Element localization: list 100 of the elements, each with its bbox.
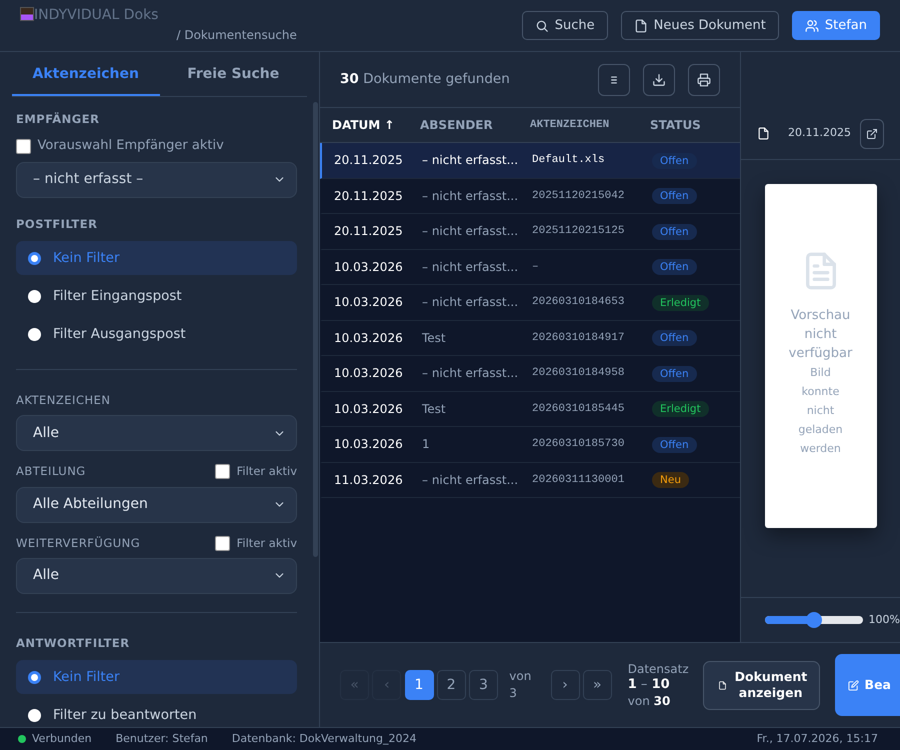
table-row[interactable]: 11.03.2026 – nicht erfasst... 20260311130001 Neu (320, 462, 740, 498)
page-button[interactable]: 1 (404, 670, 434, 700)
external-link-icon (866, 128, 878, 140)
sender-cell-text: – nicht erfasst... (422, 188, 520, 205)
checkbox-label: Filter aktiv (236, 534, 297, 552)
reference-cell-text: 20260310185730 (532, 437, 626, 452)
sender-cell-text: – nicht erfasst... (422, 365, 520, 382)
status-badge: Offen (652, 152, 697, 169)
show-document-button[interactable]: Dokument anzeigen (702, 660, 820, 710)
checkbox-label: Vorauswahl Empfänger aktiv (38, 137, 224, 156)
scrollbar[interactable] (313, 102, 318, 557)
reference-cell-text: 20260310185445 (532, 402, 626, 416)
status-badge: Offen (652, 436, 697, 453)
radio-button[interactable] (28, 708, 41, 722)
header-button[interactable]: Neues Dokument (620, 11, 779, 40)
radio-button[interactable] (28, 328, 41, 340)
preview-date: 20.11.2025 (788, 125, 851, 142)
table-row[interactable]: 10.03.2026 – nicht erfasst... 20260310184958 Offen (320, 356, 740, 392)
header-button[interactable]: Suche (522, 11, 608, 40)
sender-cell-text: Test (422, 330, 447, 347)
reference-cell-text: 20260311130001 (532, 472, 626, 488)
date-time: Fr., 17.07.2026, 15:17 (756, 730, 878, 747)
radio-option[interactable]: Filter Eingangspost (16, 279, 297, 313)
sidebar-tab[interactable]: Aktenzeichen (12, 52, 160, 96)
users-icon (804, 18, 819, 32)
search-icon (534, 18, 549, 32)
sender-cell-text: – nicht erfasst... (422, 258, 520, 276)
download-icon (652, 72, 666, 86)
table-row[interactable]: 10.03.2026 – nicht erfasst... – Offen (320, 250, 740, 285)
status-badge: Offen (652, 224, 697, 240)
select-field[interactable]: Alle (16, 558, 297, 594)
checkbox[interactable] (215, 536, 230, 551)
radio-option[interactable]: Filter Ausgangspost (16, 317, 297, 351)
table-row[interactable]: 10.03.2026 Test 20260310184917 Offen (320, 320, 740, 356)
status-badge: Offen (652, 366, 697, 382)
date-cell-text: 10.03.2026 (333, 258, 404, 276)
page-button[interactable]: 3 (469, 670, 498, 700)
section-heading: POSTFILTER (16, 216, 98, 233)
download-button[interactable] (643, 64, 675, 96)
column-header[interactable]: ABSENDER (420, 116, 530, 134)
table-row[interactable]: 20.11.2025 – nicht erfasst... 20251120215042 Offen (320, 178, 740, 214)
reference-cell-text: 20251120215042 (532, 188, 626, 204)
edit-icon (848, 680, 859, 690)
user-info: Benutzer: Stefan (116, 730, 208, 747)
date-cell-text: 10.03.2026 (333, 294, 404, 312)
radio-button[interactable] (28, 670, 41, 684)
date-cell-text: 20.11.2025 (333, 188, 404, 205)
document-icon (718, 680, 727, 690)
checkbox[interactable] (16, 138, 31, 154)
date-cell-text: 10.03.2026 (333, 400, 404, 418)
radio-label: Filter Eingangspost (53, 286, 182, 306)
open-external-button[interactable] (860, 118, 884, 148)
column-header[interactable]: STATUS (650, 116, 740, 134)
document-icon (757, 127, 770, 140)
radio-button[interactable] (28, 252, 41, 264)
date-cell-text: 10.03.2026 (333, 436, 404, 454)
preview-title: Vorschau nicht verfügbar (788, 307, 854, 363)
page-total: von 3 (509, 668, 532, 702)
radio-label: Filter zu beantworten (53, 706, 197, 725)
status-badge: Neu (652, 472, 689, 488)
page-button[interactable]: 2 (436, 670, 466, 700)
table-row[interactable]: 20.11.2025 – nicht erfasst... 20251120215125 Offen (320, 214, 740, 250)
section-heading: WEITERVERFÜGUNG (16, 534, 140, 552)
last-page-button[interactable]: » (582, 670, 612, 700)
breadcrumb: / Dokumentensuche (176, 26, 297, 44)
radio-button[interactable] (28, 290, 41, 302)
sender-cell-text: 1 (422, 436, 431, 454)
column-header[interactable]: DATUM ↑ (320, 116, 420, 134)
checkbox-label: Filter aktiv (236, 463, 297, 480)
status-badge: Offen (652, 259, 697, 276)
table-row[interactable]: 10.03.2026 1 20260310185730 Offen (320, 427, 740, 462)
section-heading: ABTEILUNG (16, 463, 86, 480)
result-count: 30 Dokumente gefunden (340, 70, 510, 90)
preview-message: Bild konnte nicht geladen werden (797, 365, 844, 457)
edit-button[interactable]: Bea (834, 654, 900, 716)
sidebar-tab[interactable]: Freie Suche (160, 52, 307, 96)
connection-status: Verbunden (32, 730, 92, 747)
print-icon (697, 72, 711, 86)
zoom-reading: 100% (868, 612, 900, 628)
status-badge: Offen (652, 188, 697, 204)
print-button[interactable] (688, 64, 720, 96)
radio-option[interactable]: Filter zu beantworten (16, 698, 297, 727)
sender-cell-text: – nicht erfasst... (422, 152, 520, 170)
date-cell-text: 11.03.2026 (333, 472, 404, 489)
radio-label: Kein Filter (53, 668, 120, 687)
next-page-button[interactable]: › (550, 670, 580, 700)
select-field[interactable]: – nicht erfasst – (16, 162, 297, 198)
checkbox[interactable] (215, 464, 230, 480)
table-row[interactable]: 10.03.2026 – nicht erfasst... 20260310184653 Erledigt (320, 285, 740, 320)
select-field[interactable]: Alle (16, 415, 297, 452)
record-range: 1 – 10 (628, 677, 671, 693)
header-button[interactable]: Stefan (792, 11, 880, 40)
section-heading: EMPFÄNGER (16, 111, 100, 128)
sender-cell-text: – nicht erfasst... (422, 472, 520, 489)
select-field[interactable]: Alle Abteilungen (16, 486, 297, 522)
broken-image-icon (20, 7, 34, 21)
table-row[interactable]: 10.03.2026 Test 20260310185445 Erledigt (320, 392, 740, 427)
column-header[interactable]: AKTENZEICHEN (530, 116, 650, 134)
reference-cell-text: 20260310184917 (532, 330, 626, 346)
table-row[interactable]: 20.11.2025 – nicht erfasst... Default.xls Offen (320, 143, 740, 178)
